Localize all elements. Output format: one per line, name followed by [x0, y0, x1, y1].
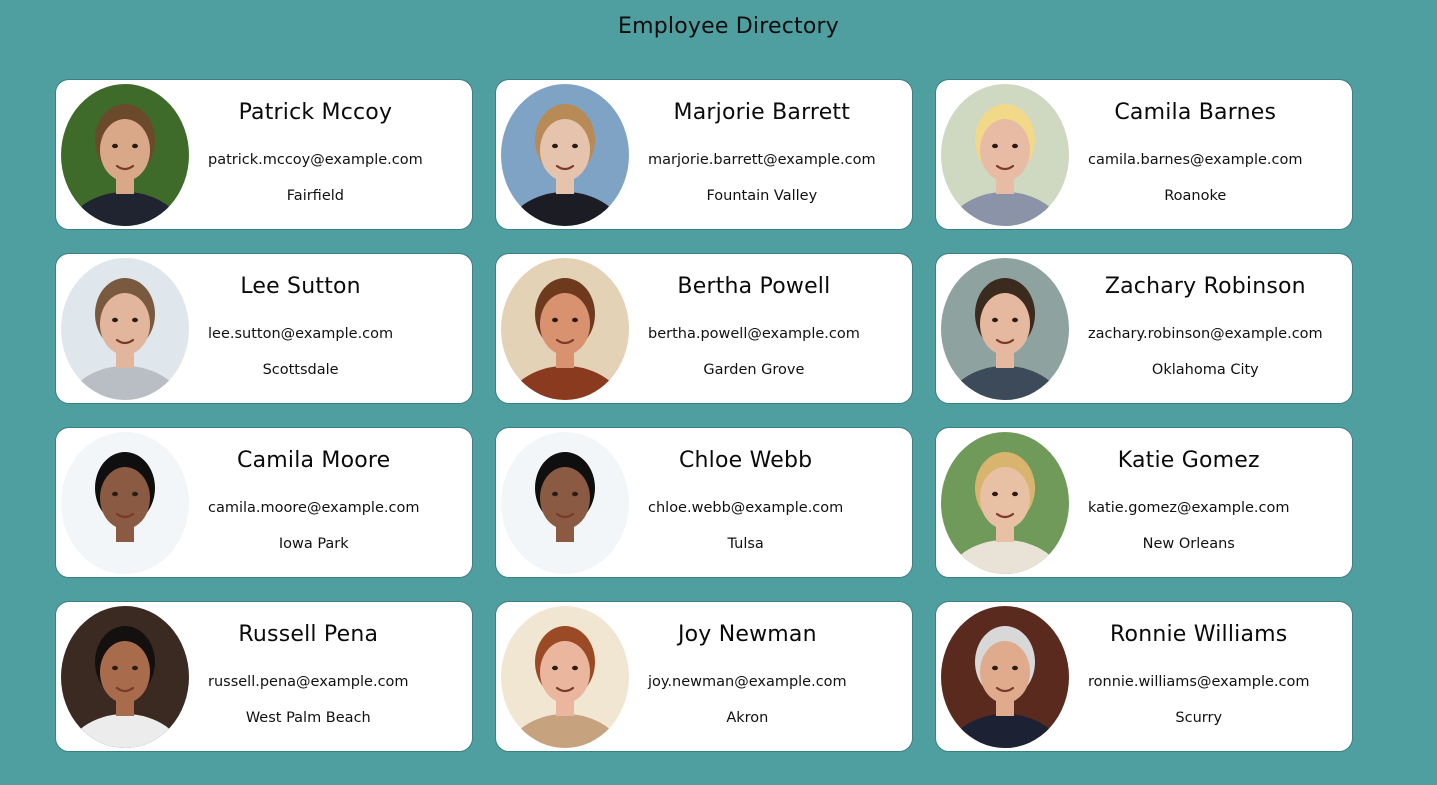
employee-city: Iowa Park	[278, 536, 349, 552]
portrait-icon	[501, 432, 629, 574]
employee-photo	[941, 84, 1069, 226]
employee-name: Bertha Powell	[677, 274, 831, 299]
portrait-icon	[61, 84, 189, 226]
employee-city: Fairfield	[286, 188, 344, 204]
employee-info: Camila Moore camila.moore@example.com Io…	[208, 428, 464, 577]
employee-photo	[501, 258, 629, 400]
portrait-icon	[941, 84, 1069, 226]
employee-photo	[501, 432, 629, 574]
employee-name: Russell Pena	[238, 622, 379, 647]
employee-card[interactable]: Patrick Mccoy patrick.mccoy@example.com …	[55, 79, 473, 230]
portrait-icon	[61, 432, 189, 574]
employee-grid: Patrick Mccoy patrick.mccoy@example.com …	[55, 79, 1353, 752]
employee-city: Garden Grove	[703, 362, 805, 378]
employee-city: Akron	[726, 710, 769, 726]
employee-city: Oklahoma City	[1151, 362, 1259, 378]
employee-name: Zachary Robinson	[1104, 274, 1306, 299]
employee-info: Zachary Robinson zachary.robinson@exampl…	[1088, 254, 1344, 403]
employee-photo	[941, 432, 1069, 574]
employee-name: Joy Newman	[677, 622, 817, 647]
employee-info: Bertha Powell bertha.powell@example.com …	[648, 254, 904, 403]
employee-email[interactable]: patrick.mccoy@example.com	[208, 152, 423, 168]
employee-card[interactable]: Katie Gomez katie.gomez@example.com New …	[935, 427, 1353, 578]
employee-city: Fountain Valley	[706, 188, 818, 204]
employee-card[interactable]: Camila Barnes camila.barnes@example.com …	[935, 79, 1353, 230]
employee-city: Roanoke	[1164, 188, 1227, 204]
employee-email[interactable]: marjorie.barrett@example.com	[648, 152, 876, 168]
employee-info: Joy Newman joy.newman@example.com Akron	[648, 602, 904, 751]
employee-card[interactable]: Chloe Webb chloe.webb@example.com Tulsa	[495, 427, 913, 578]
employee-email[interactable]: bertha.powell@example.com	[648, 326, 860, 342]
portrait-icon	[941, 258, 1069, 400]
employee-photo	[61, 606, 189, 748]
employee-email[interactable]: lee.sutton@example.com	[208, 326, 393, 342]
employee-name: Ronnie Williams	[1110, 622, 1288, 647]
employee-city: Scottsdale	[262, 362, 339, 378]
portrait-icon	[941, 606, 1069, 748]
employee-photo	[941, 606, 1069, 748]
employee-card[interactable]: Russell Pena russell.pena@example.com We…	[55, 601, 473, 752]
employee-card[interactable]: Ronnie Williams ronnie.williams@example.…	[935, 601, 1353, 752]
employee-info: Marjorie Barrett marjorie.barrett@exampl…	[648, 80, 904, 229]
employee-card[interactable]: Lee Sutton lee.sutton@example.com Scotts…	[55, 253, 473, 404]
employee-info: Ronnie Williams ronnie.williams@example.…	[1088, 602, 1344, 751]
employee-card[interactable]: Bertha Powell bertha.powell@example.com …	[495, 253, 913, 404]
employee-city: West Palm Beach	[245, 710, 371, 726]
employee-card[interactable]: Camila Moore camila.moore@example.com Io…	[55, 427, 473, 578]
employee-info: Chloe Webb chloe.webb@example.com Tulsa	[648, 428, 904, 577]
employee-email[interactable]: ronnie.williams@example.com	[1088, 674, 1309, 690]
employee-name: Marjorie Barrett	[673, 100, 851, 125]
employee-name: Patrick Mccoy	[238, 100, 393, 125]
portrait-icon	[501, 258, 629, 400]
employee-name: Camila Moore	[237, 448, 391, 473]
employee-photo	[61, 432, 189, 574]
employee-photo	[501, 606, 629, 748]
employee-name: Camila Barnes	[1114, 100, 1277, 125]
portrait-icon	[501, 84, 629, 226]
employee-email[interactable]: russell.pena@example.com	[208, 674, 409, 690]
employee-info: Russell Pena russell.pena@example.com We…	[208, 602, 464, 751]
employee-email[interactable]: camila.barnes@example.com	[1088, 152, 1302, 168]
employee-photo	[501, 84, 629, 226]
portrait-icon	[61, 606, 189, 748]
employee-card[interactable]: Joy Newman joy.newman@example.com Akron	[495, 601, 913, 752]
employee-info: Lee Sutton lee.sutton@example.com Scotts…	[208, 254, 464, 403]
employee-name: Katie Gomez	[1117, 448, 1260, 473]
portrait-icon	[501, 606, 629, 748]
employee-email[interactable]: zachary.robinson@example.com	[1088, 326, 1323, 342]
employee-card[interactable]: Zachary Robinson zachary.robinson@exampl…	[935, 253, 1353, 404]
employee-name: Chloe Webb	[678, 448, 813, 473]
employee-city: Tulsa	[727, 536, 764, 552]
employee-info: Camila Barnes camila.barnes@example.com …	[1088, 80, 1344, 229]
employee-email[interactable]: katie.gomez@example.com	[1088, 500, 1290, 516]
employee-email[interactable]: chloe.webb@example.com	[648, 500, 843, 516]
employee-card[interactable]: Marjorie Barrett marjorie.barrett@exampl…	[495, 79, 913, 230]
employee-name: Lee Sutton	[240, 274, 361, 299]
employee-city: New Orleans	[1142, 536, 1235, 552]
employee-email[interactable]: joy.newman@example.com	[648, 674, 847, 690]
employee-email[interactable]: camila.moore@example.com	[208, 500, 419, 516]
portrait-icon	[61, 258, 189, 400]
employee-photo	[941, 258, 1069, 400]
page-title: Employee Directory	[618, 14, 839, 39]
portrait-icon	[941, 432, 1069, 574]
employee-info: Patrick Mccoy patrick.mccoy@example.com …	[208, 80, 464, 229]
employee-photo	[61, 258, 189, 400]
employee-city: Scurry	[1175, 710, 1223, 726]
employee-photo	[61, 84, 189, 226]
employee-info: Katie Gomez katie.gomez@example.com New …	[1088, 428, 1344, 577]
